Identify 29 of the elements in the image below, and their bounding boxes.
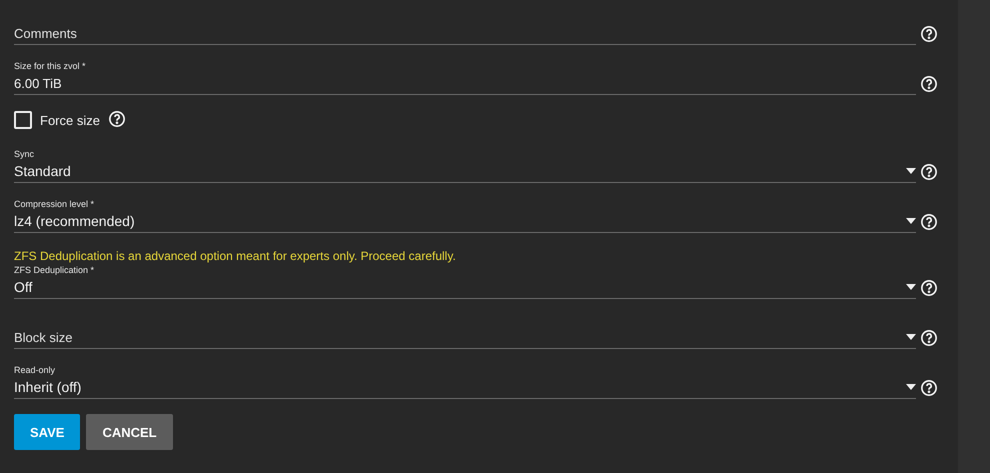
caret-icon [906,218,916,224]
help-icon[interactable] [920,75,938,93]
caret-icon [906,284,916,290]
select-field[interactable]: Inherit (off) [14,376,916,398]
help-icon[interactable] [920,213,938,231]
warning-text: ZFS Deduplication is an advanced option meant for experts only. Proceed carefully. [14,248,457,264]
field-label: Size for this zvol * [14,60,87,72]
select-field[interactable]: Block size [14,326,916,348]
size-field[interactable]: 6.00 TiB [14,72,916,94]
checkbox[interactable] [14,111,32,129]
help-icon[interactable] [920,163,938,181]
help-icon[interactable] [108,110,126,128]
comments-field[interactable]: Comments [14,22,916,44]
help-icon[interactable] [920,329,938,347]
caret-icon [906,384,916,390]
caret-icon [906,168,916,174]
checkbox-label: Force size [40,112,100,128]
field-label: Compression level * [14,198,96,210]
select-field[interactable]: lz4 (recommended) [14,210,916,232]
select-field[interactable]: Standard [14,160,916,182]
cancel-button[interactable]: CANCEL [86,414,173,450]
field-label: ZFS Deduplication * [14,264,96,276]
field-label: Read-only [14,364,56,376]
field-label: Sync [14,148,36,160]
help-icon[interactable] [920,379,938,397]
caret-icon [906,334,916,340]
help-icon[interactable] [920,25,938,43]
select-field[interactable]: Off [14,276,916,298]
help-icon[interactable] [920,279,938,297]
